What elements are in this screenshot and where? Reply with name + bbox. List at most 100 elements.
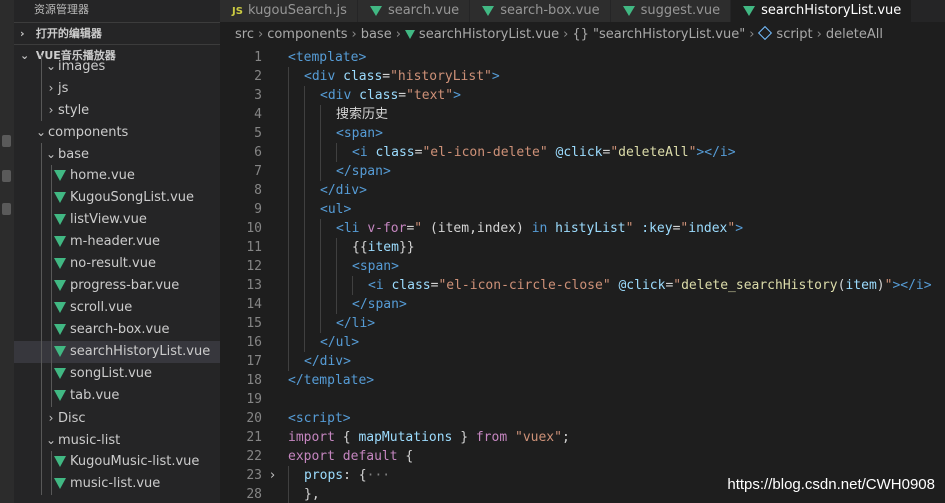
editor-tab[interactable]: suggest.vue <box>610 0 732 22</box>
indent-guide <box>41 473 42 495</box>
file-item[interactable]: songList.vue <box>14 363 220 385</box>
indent-guide <box>288 333 289 352</box>
file-item[interactable]: no-result.vue <box>14 253 220 275</box>
tab-label: kugouSearch.js <box>247 3 347 18</box>
line-number: 4 <box>254 107 262 122</box>
code-line[interactable]: 4 搜索历史 <box>220 105 945 124</box>
file-item[interactable]: KugouMusic-list.vue <box>14 451 220 473</box>
code-token: </div> <box>320 183 367 198</box>
code-line[interactable]: 5 <span> <box>220 124 945 143</box>
breadcrumb-item[interactable]: script <box>776 27 812 42</box>
code-line[interactable]: 13 <i class="el-icon-circle-close" @click… <box>220 276 945 295</box>
vue-file-icon <box>482 6 495 16</box>
indent-guide <box>51 187 52 209</box>
breadcrumb-item[interactable]: searchHistoryList.vue <box>419 27 559 42</box>
indent-guide <box>41 99 42 121</box>
file-item[interactable]: m-header.vue <box>14 231 220 253</box>
indent-guide <box>288 352 289 371</box>
activity-icon[interactable] <box>2 170 11 182</box>
vue-file-icon <box>54 302 66 313</box>
tree-item-label: music-list <box>58 433 121 448</box>
tree-item-label: no-result.vue <box>70 256 156 271</box>
code-line[interactable]: 12 <span> <box>220 257 945 276</box>
indent-guide <box>288 105 289 124</box>
code-line[interactable]: 2 <div class="historyList"> <box>220 67 945 86</box>
indent-guide <box>41 297 42 319</box>
indent-guide <box>304 314 305 333</box>
vue-file-icon <box>369 6 382 16</box>
folder-item[interactable]: ⌄ components <box>14 121 220 143</box>
file-item[interactable]: progress-bar.vue <box>14 275 220 297</box>
activity-bar <box>0 0 14 503</box>
code-line[interactable]: 1 <template> <box>220 48 945 67</box>
line-number: 21 <box>246 430 262 445</box>
indent-guide <box>288 295 289 314</box>
code-line[interactable]: 8 </div> <box>220 181 945 200</box>
file-item[interactable]: music-list.vue <box>14 473 220 495</box>
folder-item[interactable]: ⌄ music-list <box>14 429 220 451</box>
breadcrumb-item[interactable]: deleteAll <box>826 27 883 42</box>
code-line[interactable]: 19 <box>220 390 945 409</box>
code-token: ) <box>876 278 885 293</box>
line-number: 10 <box>246 221 262 236</box>
file-item[interactable]: listView.vue <box>14 209 220 231</box>
editor-tab[interactable]: search-box.vue <box>470 0 611 22</box>
breadcrumb-item[interactable]: src <box>235 27 254 42</box>
code-token: { <box>397 449 414 464</box>
code-line[interactable]: 11 {{item}} <box>220 238 945 257</box>
folder-item[interactable]: › Disc <box>14 407 220 429</box>
line-number: 6 <box>254 145 262 160</box>
tree-item-label: m-header.vue <box>70 234 161 249</box>
code-line[interactable]: 17 </div> <box>220 352 945 371</box>
open-editors-section[interactable]: › 打开的编辑器 <box>14 22 220 44</box>
code-line[interactable]: 16 </ul> <box>220 333 945 352</box>
code-line[interactable]: 18 </template> <box>220 371 945 390</box>
editor-tab[interactable]: JS kugouSearch.js <box>220 0 358 22</box>
line-number: 20 <box>246 411 262 426</box>
folder-item[interactable]: › style <box>14 99 220 121</box>
indent-guide <box>288 238 289 257</box>
activity-icon[interactable] <box>2 203 11 215</box>
breadcrumb-item[interactable]: base <box>361 27 392 42</box>
code-token: </li> <box>336 316 376 331</box>
code-line[interactable]: 9 <ul> <box>220 200 945 219</box>
code-token: deleteAll <box>618 145 689 160</box>
code-line[interactable]: 7 </span> <box>220 162 945 181</box>
file-item[interactable]: KugouSongList.vue <box>14 187 220 209</box>
folder-item[interactable]: › js <box>14 77 220 99</box>
code-line[interactable]: 6 <i class="el-icon-delete" @click="delet… <box>220 143 945 162</box>
tree-item-label: js <box>58 81 69 96</box>
code-line[interactable]: 3 <div class="text"> <box>220 86 945 105</box>
code-line[interactable]: 20 <script> <box>220 409 945 428</box>
code-token: <span> <box>352 259 399 274</box>
activity-icon[interactable] <box>2 135 11 147</box>
code-token: item <box>845 278 877 293</box>
code-token: ></i> <box>696 145 736 160</box>
editor-tab[interactable]: search.vue <box>357 0 471 22</box>
code-line[interactable]: 14 </span> <box>220 295 945 314</box>
folder-item[interactable]: ⌄ images <box>14 55 220 77</box>
code-line[interactable]: 22 export default { <box>220 447 945 466</box>
breadcrumb-item[interactable]: {} "searchHistoryList.vue" <box>572 27 745 42</box>
indent-guide <box>304 181 305 200</box>
file-item[interactable]: tab.vue <box>14 385 220 407</box>
code-editor[interactable]: 1 <template> 2 <div class="historyList"> 3 <d… <box>220 48 945 503</box>
code-token: 搜索历史 <box>336 107 389 122</box>
file-item[interactable]: search-box.vue <box>14 319 220 341</box>
folder-item[interactable]: ⌄ base <box>14 143 220 165</box>
file-item[interactable]: searchHistoryList.vue <box>14 341 220 363</box>
code-line[interactable]: 10 <li v-for=" (item,index) in histyList"… <box>220 219 945 238</box>
fold-chevron-icon[interactable]: › <box>270 466 275 485</box>
breadcrumb-item[interactable]: components <box>267 27 347 42</box>
code-token: <i <box>368 278 392 293</box>
editor-tabs: JS kugouSearch.js search.vue search-box.vue… <box>220 0 945 22</box>
editor-tab[interactable]: searchHistoryList.vue <box>731 0 913 22</box>
code-line[interactable]: 21 import { mapMutations } from "vuex"; <box>220 428 945 447</box>
file-item[interactable]: scroll.vue <box>14 297 220 319</box>
code-line[interactable]: 15 </li> <box>220 314 945 333</box>
file-item[interactable]: home.vue <box>14 165 220 187</box>
line-number: 9 <box>254 202 262 217</box>
code-text: 搜索历史 <box>336 105 388 124</box>
indent-guide <box>288 67 289 86</box>
